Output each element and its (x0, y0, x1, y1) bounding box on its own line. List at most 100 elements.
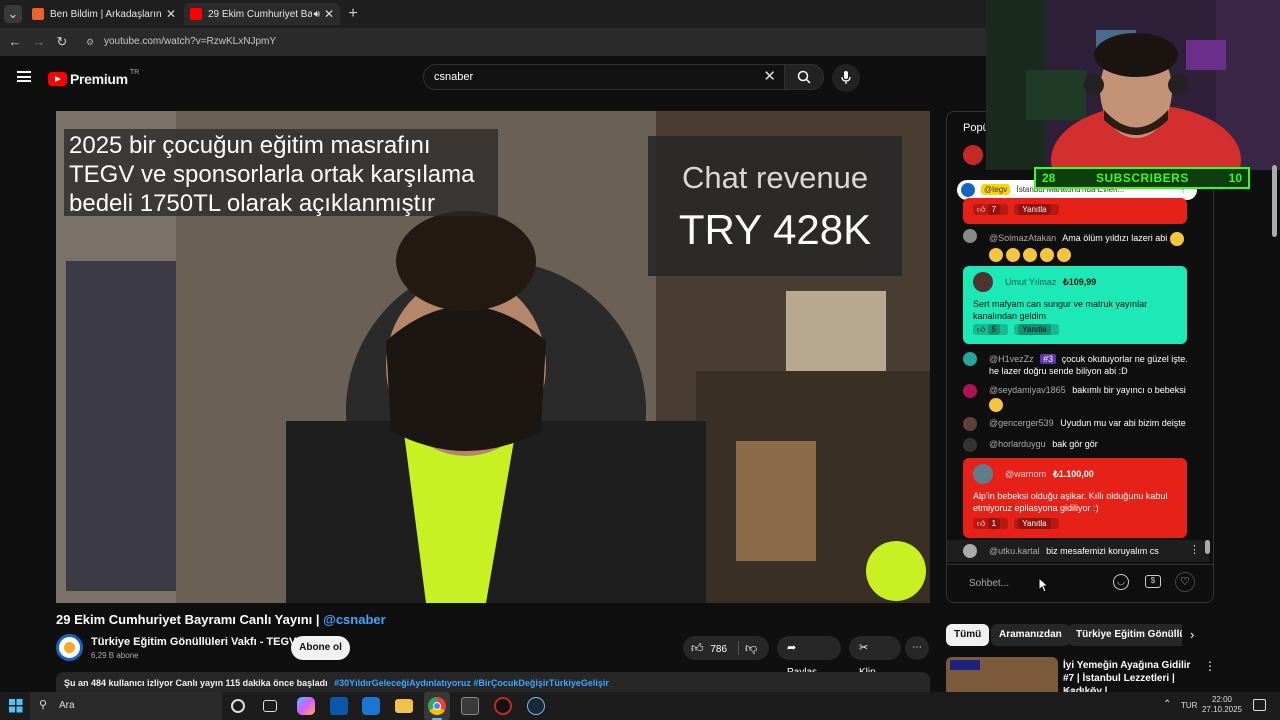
windows-taskbar: ⚲ Ara ⌃ TUR 22:00 27.10.2025 (0, 692, 1280, 720)
keyboard-language[interactable]: TUR (1181, 701, 1197, 710)
cortana-icon[interactable] (231, 699, 245, 713)
more-options-icon[interactable]: ⋮ (1204, 659, 1216, 673)
reply-chip[interactable]: Yanıtla (1014, 324, 1059, 335)
recommended-video-thumbnail[interactable] (946, 657, 1058, 692)
taskbar-search-box[interactable]: ⚲ Ara (30, 692, 222, 720)
chat-author[interactable]: @H1vezZz (989, 354, 1034, 364)
reload-button[interactable]: ↻ (53, 33, 71, 51)
taskbar-clock[interactable]: 22:00 27.10.2025 (1196, 695, 1248, 715)
chat-input-divider (947, 564, 1213, 565)
youtube-logo[interactable]: Premium TR (48, 69, 139, 89)
thumbnail-badge (950, 660, 980, 670)
copilot-icon[interactable] (297, 697, 315, 715)
description-hashtags[interactable]: #30YıldırGeleceğiAydınlatıyoruz #BirÇocu… (334, 678, 609, 688)
chat-header[interactable]: Popü (963, 122, 989, 134)
grinning-emoji-icon (1006, 247, 1020, 262)
page-scrollbar[interactable] (1272, 165, 1277, 237)
browser-tab-2[interactable]: 29 Ekim Cumhuriyet Bayra 🔊︎ ✕ (184, 3, 340, 25)
chat-author[interactable]: @utku.kartal (989, 546, 1040, 556)
back-button[interactable]: ← (6, 33, 24, 51)
steam-icon[interactable] (527, 697, 545, 715)
video-player[interactable]: 2025 bir çocuğun eğitim masrafını TEGV v… (56, 111, 930, 603)
chat-input[interactable]: Sohbet... (969, 578, 1009, 589)
show-hidden-icons-icon[interactable]: ⌃ (1163, 699, 1171, 710)
youtube-play-logo-icon (48, 72, 67, 86)
file-explorer-icon[interactable] (395, 699, 413, 713)
chat-scrollbar[interactable] (1205, 540, 1210, 554)
tab-search-button[interactable]: ⌄ (4, 5, 22, 23)
store-icon[interactable] (461, 697, 479, 715)
voice-search-button[interactable] (832, 64, 860, 92)
superchat-author[interactable]: Umut Yılmaz (1005, 277, 1056, 287)
like-chip[interactable]: 👍︎ 7 (973, 204, 1009, 215)
chat-text: Ama ölüm yıldızı lazeri abi (1062, 233, 1168, 243)
chip-channel[interactable]: Türkiye Eğitim Gönüllüle (1068, 624, 1182, 646)
subscribe-button[interactable]: Abone ol (291, 636, 350, 660)
emoji-picker-icon[interactable]: ◡ (1113, 574, 1129, 590)
search-button[interactable] (784, 64, 824, 90)
chat-message: @SolmazAtakan Ama ölüm yıldızı lazeri ab… (989, 230, 1199, 262)
powershell-icon[interactable] (330, 697, 348, 715)
avatar (963, 384, 977, 398)
address-url: youtube.com/watch?v=RzwKLxNJpmY (104, 36, 277, 47)
video-title-mention-link[interactable]: @csnaber (323, 612, 386, 627)
forward-button[interactable]: → (30, 33, 48, 51)
superchat-text: Sert mafyam can sungur ve matruk yayınla… (973, 299, 1148, 321)
chat-author[interactable]: @SolmazAtakan (989, 233, 1056, 243)
chat-author[interactable]: @seydamiyav1865 (989, 385, 1066, 395)
chevron-right-icon[interactable]: › (1190, 627, 1194, 642)
description-meta: Şu an 484 kullanıcı izliyor Canlı yayın … (64, 678, 328, 688)
share-icon: ➦ (787, 642, 797, 654)
close-tab-icon[interactable]: ✕ (324, 7, 334, 21)
heart-icon[interactable]: ♡ (1175, 572, 1195, 592)
windows-start-icon[interactable] (9, 699, 23, 713)
super-chat-icon[interactable]: $ (1145, 575, 1161, 588)
audio-playing-icon[interactable]: 🔊︎ (314, 9, 320, 20)
clip-button[interactable]: ✂ Klip (849, 636, 901, 678)
site-info-icon[interactable]: ⚙ (86, 31, 94, 53)
chat-ticker-avatar[interactable] (963, 145, 983, 165)
close-tab-icon[interactable]: ✕ (166, 7, 176, 21)
browser-tab-1[interactable]: Ben Bildim | Arkadaşlarınla Onli ✕ (26, 3, 182, 25)
chat-text: Uyudun mu var abi bizim deişte (1060, 418, 1186, 428)
reply-label: Yanıtla (1018, 518, 1051, 529)
video-title-text: 29 Ekim Cumhuriyet Bayramı Canlı Yayını … (56, 612, 320, 627)
youtube-header: Premium TR csnaber ✕ (0, 56, 988, 100)
superchat-card: 👍︎ 7 Yanıtla (963, 198, 1187, 224)
address-bar[interactable]: ⚙ youtube.com/watch?v=RzwKLxNJpmY (80, 31, 980, 53)
mail-icon[interactable] (362, 697, 380, 715)
youtube-favicon-icon (190, 8, 202, 20)
task-view-icon[interactable] (263, 700, 277, 712)
chip-from-search[interactable]: Aramanızdan (991, 624, 1070, 646)
chat-author[interactable]: @gencerger539 (989, 418, 1054, 428)
like-chip[interactable]: 👍︎ 5 (973, 324, 1009, 335)
avatar (963, 544, 977, 558)
share-button[interactable]: ➦ Paylaş (777, 636, 841, 678)
reply-chip[interactable]: Yanıtla (1014, 518, 1059, 529)
notification-icon[interactable] (1253, 699, 1266, 711)
dislike-button[interactable]: 👎︎ (745, 636, 757, 662)
clear-search-icon[interactable]: ✕ (763, 65, 776, 89)
more-options-icon[interactable]: ⋮ (1189, 543, 1200, 556)
chrome-icon[interactable] (428, 697, 446, 715)
recorder-icon[interactable] (494, 697, 512, 715)
superchat-author[interactable]: @warnom (1005, 469, 1046, 479)
more-actions-button[interactable]: ⋯ (905, 636, 929, 660)
channel-name[interactable]: Türkiye Eğitim Gönüllüleri Vakfı - TEGV (91, 636, 296, 648)
subscriber-count: 6,29 B abone (91, 651, 139, 660)
search-input[interactable]: csnaber ✕ (423, 64, 785, 90)
subscriber-goal-current: 28 (1042, 171, 1056, 185)
chat-text: bak gör gör (1052, 439, 1098, 449)
new-tab-button[interactable]: + (344, 5, 362, 23)
webcam-scene (986, 0, 1280, 170)
chip-all[interactable]: Tümü (946, 624, 990, 646)
reply-chip[interactable]: Yanıtla (1014, 204, 1059, 215)
channel-avatar[interactable] (56, 634, 83, 661)
chat-author[interactable]: @horlarduygu (989, 439, 1046, 449)
menu-icon[interactable] (17, 71, 31, 82)
microphone-icon (841, 71, 851, 84)
grinning-emoji-icon (1057, 247, 1071, 262)
like-chip[interactable]: 👍︎ 1 (973, 518, 1009, 529)
like-button[interactable]: 👍︎ 786 (691, 636, 727, 662)
description-box[interactable]: Şu an 484 kullanıcı izliyor Canlı yayın … (56, 672, 930, 694)
